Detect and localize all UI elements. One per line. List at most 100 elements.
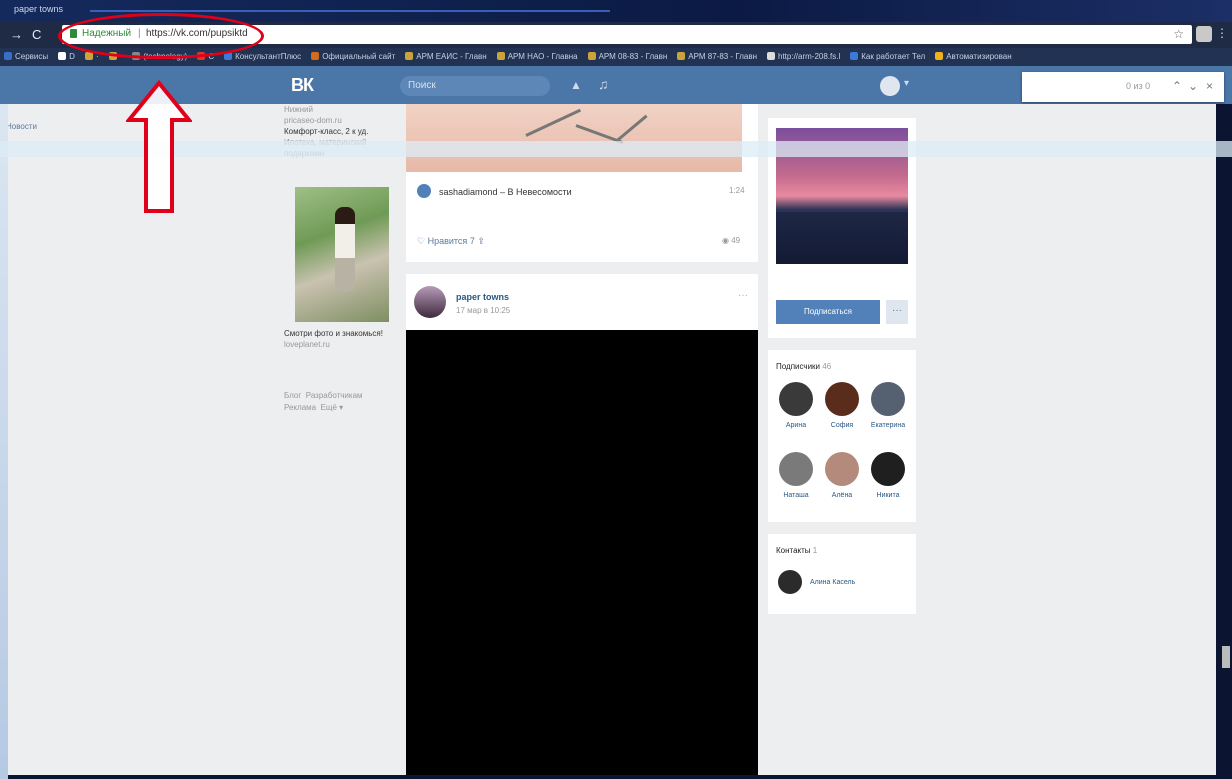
bookmark-favicon-icon [935, 52, 944, 60]
post-2-menu-icon[interactable]: ··· [738, 290, 748, 301]
follower-name: Арина [785, 422, 807, 429]
bookmark-favicon-icon [311, 52, 320, 60]
find-in-page-bar[interactable]: 0 из 0 ⌃ ⌄ × [1022, 72, 1224, 102]
footer-link-more[interactable]: Ещё ▾ [321, 403, 344, 412]
find-prev-icon[interactable]: ⌃ [1172, 79, 1182, 93]
audio-title: sashadiamond – В Невесомости [439, 187, 572, 197]
follower-avatar [871, 382, 905, 416]
bookmark-item[interactable]: АРМ 08-83 - Главн [587, 52, 667, 61]
bookmark-favicon-icon [850, 52, 859, 60]
title-bar-line [90, 10, 610, 12]
footer-link-ads[interactable]: Реклама [284, 403, 316, 412]
follower-item[interactable]: Никита [866, 452, 910, 499]
bookmark-favicon-icon [405, 52, 414, 60]
followers-count: 46 [822, 362, 832, 371]
bookmark-label: АРМ 87-83 - Главн [688, 52, 757, 61]
followers-header[interactable]: Подписчики 46 [776, 362, 831, 371]
post-2-video[interactable] [406, 330, 758, 775]
post-2-date[interactable]: 17 мар в 10:25 [456, 306, 510, 315]
follower-name: Никита [876, 492, 900, 499]
follower-avatar [871, 452, 905, 486]
ad-image-figure [335, 207, 355, 292]
scrollbar-thumb[interactable] [1222, 646, 1230, 668]
bookmark-item[interactable]: Как работает Тел [850, 52, 925, 61]
bookmark-favicon-icon [767, 52, 775, 60]
left-nav-item-news[interactable]: Новости [8, 122, 37, 131]
ad-2-domain: loveplanet.ru [284, 340, 330, 349]
bookmark-item[interactable]: D [58, 52, 75, 61]
bookmark-item[interactable]: АРМ НАО - Главна [496, 52, 578, 61]
reload-icon[interactable]: C [32, 27, 41, 43]
views-count: 49 [731, 236, 741, 245]
bookmark-star-icon[interactable]: ☆ [1173, 27, 1184, 41]
like-button[interactable]: ♡ Нравится 7 ⇪ [417, 236, 485, 247]
footer-link-developers[interactable]: Разработчикам [306, 391, 363, 400]
ad-2-title: Смотри фото и знакомься! [284, 329, 383, 338]
image-detail [615, 114, 648, 143]
user-avatar[interactable] [880, 76, 900, 96]
bookmark-item[interactable]: АРМ ЕАИС - Главн [405, 52, 487, 61]
bookmark-item[interactable]: http://arm-208.fs.l [767, 52, 840, 61]
post-1-image[interactable] [406, 104, 742, 172]
desktop-edge [0, 104, 8, 779]
post-2-card: paper towns 17 мар в 10:25 ··· [406, 274, 758, 775]
bookmark-item[interactable]: Официальный сайт [311, 52, 395, 61]
bookmark-item[interactable]: АРМ 87-83 - Главн [677, 52, 757, 61]
bookmark-label: D [69, 52, 75, 61]
bookmark-favicon-icon [677, 52, 686, 60]
extension-icon[interactable] [1196, 26, 1212, 42]
chevron-down-icon[interactable]: ▾ [904, 78, 909, 89]
post-2-author[interactable]: paper towns [456, 292, 509, 302]
follower-avatar [825, 382, 859, 416]
notifications-bell-icon[interactable]: ▲ [570, 78, 582, 92]
music-icon[interactable]: ♫ [598, 76, 609, 92]
ad-image[interactable] [295, 187, 389, 322]
follower-name: Алёна [831, 492, 853, 499]
follower-item[interactable]: Алёна [820, 452, 864, 499]
like-label: Нравится [427, 236, 468, 246]
bookmark-label: АРМ ЕАИС - Главн [416, 52, 487, 61]
follower-name: Наташа [783, 492, 809, 499]
footer-links: Блог Разработчикам Реклама Ещё ▾ [284, 390, 394, 414]
follower-name: Екатерина [870, 422, 906, 429]
vk-search-input[interactable]: Поиск [400, 76, 550, 96]
ad-1-domain: pricaseo-dom.ru [284, 116, 342, 125]
bookmark-item[interactable]: КонсультантПлюс [224, 52, 301, 61]
follower-avatar [825, 452, 859, 486]
bookmark-item[interactable]: Сервисы [4, 52, 48, 61]
audio-track[interactable]: sashadiamond – В Невесомости 1:24 [417, 184, 745, 198]
vk-search-placeholder: Поиск [408, 80, 436, 91]
follower-item[interactable]: Наташа [774, 452, 818, 499]
bookmark-item[interactable]: Автоматизирован [935, 52, 1012, 61]
follower-item[interactable]: Екатерина [866, 382, 910, 429]
ad-1-line: Нижний [284, 105, 313, 114]
follower-name: София [830, 422, 854, 429]
vk-logo[interactable]: ВК [291, 75, 314, 96]
contacts-title: Контакты [776, 546, 811, 555]
follower-item[interactable]: София [820, 382, 864, 429]
find-close-icon[interactable]: × [1206, 79, 1213, 93]
red-arrow-icon [126, 80, 192, 213]
tab-title[interactable]: paper towns [14, 4, 63, 14]
like-count: 7 [469, 236, 475, 246]
bookmark-favicon-icon [587, 52, 596, 60]
views-counter: ◉ 49 [722, 236, 741, 245]
ad-block-2[interactable]: Смотри фото и знакомься! loveplanet.ru [284, 328, 384, 350]
more-actions-button[interactable]: ··· [886, 300, 908, 324]
footer-link-blog[interactable]: Блог [284, 391, 301, 400]
image-detail [525, 108, 582, 137]
contact-item[interactable]: Алина Касель [778, 570, 855, 594]
play-icon[interactable] [417, 184, 431, 198]
browser-menu-icon[interactable]: ⋮ [1216, 26, 1228, 42]
contacts-header[interactable]: Контакты 1 [776, 546, 817, 555]
bookmark-label: Официальный сайт [322, 52, 396, 61]
share-icon[interactable]: ⇪ [477, 236, 485, 246]
followers-card: Подписчики 46 Арина София Екатерина Наташа А… [768, 350, 916, 522]
forward-icon[interactable]: → [10, 27, 23, 43]
follower-avatar [779, 382, 813, 416]
post-2-author-avatar[interactable] [414, 286, 446, 318]
contact-name: Алина Касель [810, 578, 856, 586]
find-next-icon[interactable]: ⌄ [1188, 79, 1198, 93]
follower-item[interactable]: Арина [774, 382, 818, 429]
subscribe-button[interactable]: Подписаться [776, 300, 880, 324]
